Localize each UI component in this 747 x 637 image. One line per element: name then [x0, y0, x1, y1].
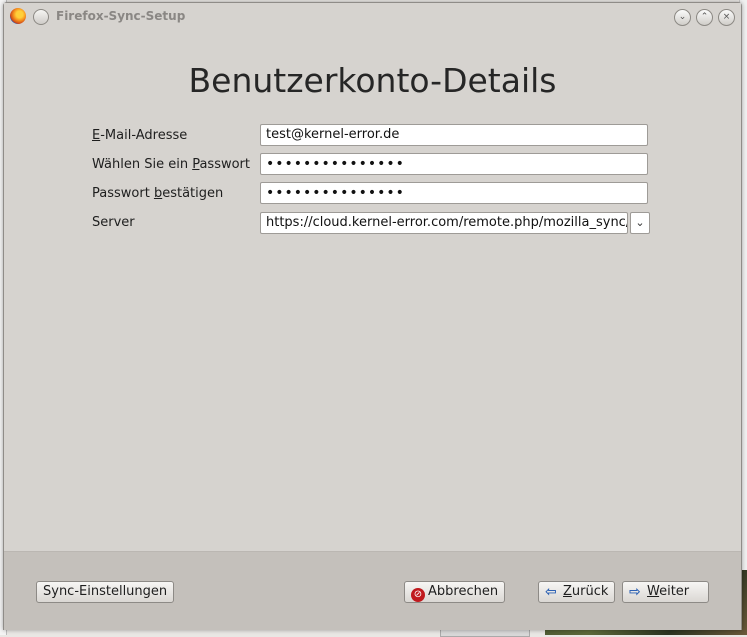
email-field[interactable]: test@kernel-error.de [260, 124, 648, 146]
chevron-down-icon: ⌄ [678, 12, 687, 22]
confirm-password-field[interactable]: ••••••••••••••• [260, 182, 648, 204]
next-button[interactable]: ⇨ Weiter [622, 581, 709, 603]
title-bar[interactable]: Firefox-Sync-Setup ⌄ ⌃ × [4, 3, 741, 29]
window-title: Firefox-Sync-Setup [56, 9, 186, 23]
server-dropdown-button[interactable]: ⌄ [630, 212, 650, 234]
close-icon: × [722, 12, 731, 22]
chevron-up-icon: ⌃ [700, 12, 709, 22]
server-label: Server [92, 215, 135, 230]
button-bar: Sync-Einstellungen ⊘ Abbrechen ⇦ Zurück ⇨ W… [4, 551, 741, 630]
server-input[interactable]: https://cloud.kernel-error.com/remote.ph… [260, 212, 628, 234]
maximize-button[interactable]: ⌃ [696, 9, 713, 26]
page-title: Benutzerkonto-Details [188, 61, 557, 100]
minimize-button[interactable]: ⌄ [674, 9, 691, 26]
cancel-icon: ⊘ [411, 588, 425, 602]
window-menu-button[interactable] [33, 9, 49, 25]
email-label: E-Mail-Adresse [92, 128, 188, 143]
password-field[interactable]: ••••••••••••••• [260, 153, 648, 175]
arrow-left-icon: ⇦ [545, 584, 557, 600]
back-button[interactable]: ⇦ Zurück [538, 581, 616, 603]
arrow-right-icon: ⇨ [629, 584, 641, 600]
sync-settings-button[interactable]: Sync-Einstellungen [36, 581, 175, 603]
firefox-icon [10, 8, 26, 24]
chevron-down-icon: ⌄ [635, 216, 645, 229]
cancel-button[interactable]: ⊘ Abbrechen [404, 581, 506, 603]
sync-setup-dialog: Firefox-Sync-Setup ⌄ ⌃ × Benutzerkonto-D… [3, 2, 742, 630]
confirm-password-label: Passwort bestätigen [92, 186, 224, 201]
password-label: Wählen Sie ein Passwort [92, 157, 250, 172]
close-button[interactable]: × [718, 9, 735, 26]
